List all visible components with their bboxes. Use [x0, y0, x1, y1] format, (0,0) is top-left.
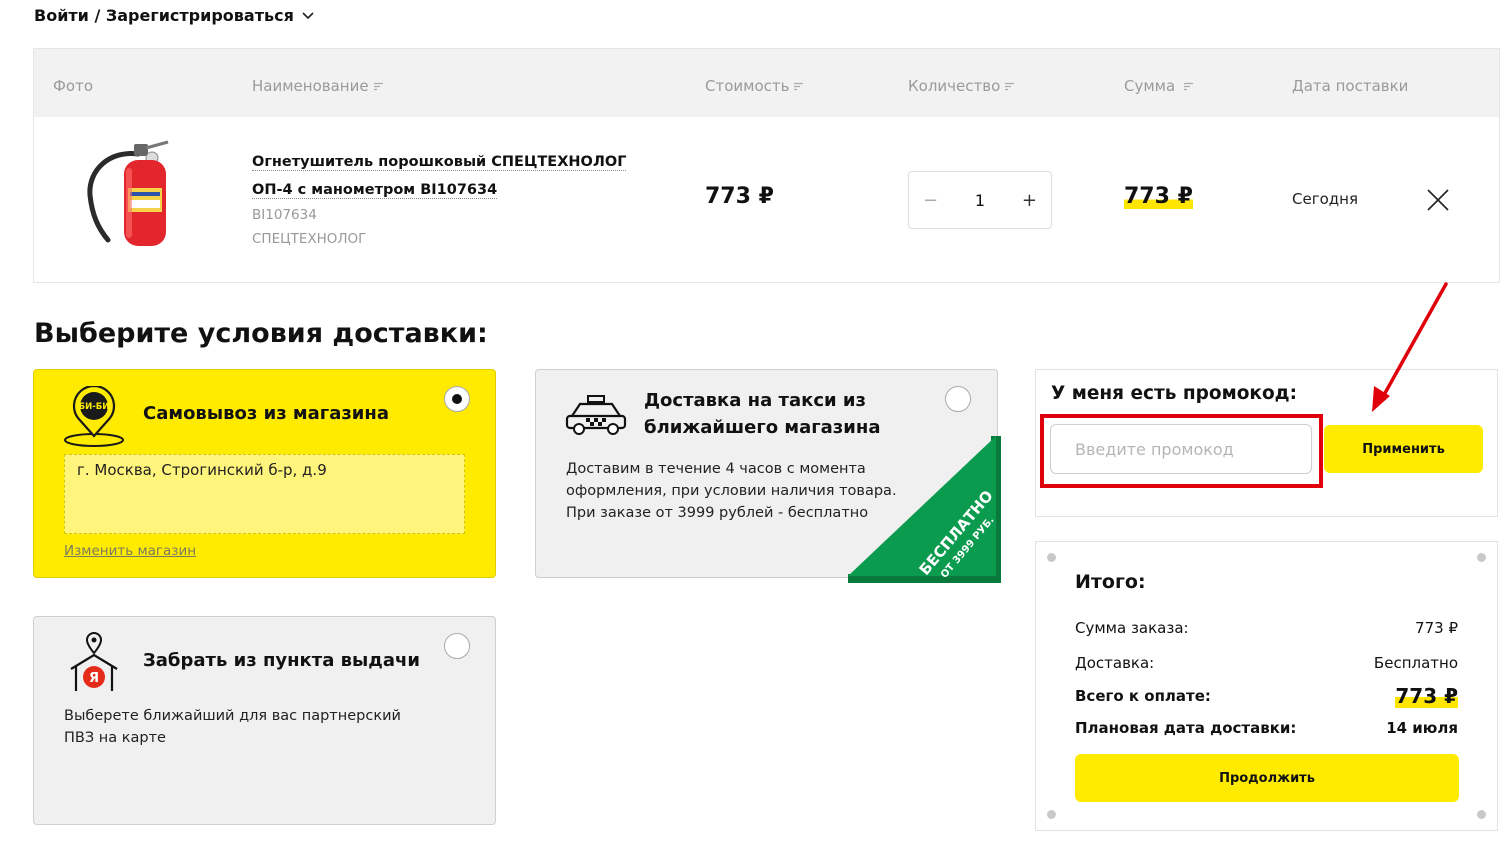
pickup-point-radio[interactable]: [444, 633, 470, 659]
corner-dot: [1477, 810, 1486, 819]
increase-button[interactable]: +: [1022, 190, 1037, 211]
taxi-description-line2: оформления, при условии наличия товара.: [566, 483, 897, 499]
pickup-store-radio[interactable]: [444, 386, 470, 412]
delivery-option-pickup-point[interactable]: Я Забрать из пункта выдачи Выберете ближ…: [33, 616, 496, 825]
bibi-location-logo-icon: БИ-БИ: [64, 386, 124, 447]
continue-button[interactable]: Продолжить: [1075, 754, 1459, 802]
yandex-pickup-point-icon: Я: [70, 631, 118, 691]
delivery-label: Доставка:: [1075, 654, 1155, 672]
product-brand: СПЕЦТЕХНОЛОГ: [252, 231, 367, 247]
apply-promo-button[interactable]: Применить: [1324, 425, 1483, 473]
sort-icon: [794, 82, 804, 90]
column-sum[interactable]: Сумма: [1124, 77, 1194, 95]
item-delivery-date: Сегодня: [1292, 190, 1358, 208]
column-price-label: Стоимость: [705, 77, 790, 95]
taxi-radio[interactable]: [945, 386, 971, 412]
promo-code-input[interactable]: [1050, 424, 1312, 474]
decrease-button[interactable]: −: [923, 190, 938, 211]
logo-text: БИ-БИ: [79, 402, 110, 412]
svg-text:Я: Я: [89, 671, 99, 686]
product-name-link[interactable]: Огнетушитель порошковый СПЕЦТЕХНОЛОГ ОП-…: [252, 148, 652, 204]
close-icon[interactable]: [1426, 188, 1450, 212]
corner-dot: [1477, 553, 1486, 562]
change-store-link[interactable]: Изменить магазин: [64, 543, 196, 559]
chevron-down-icon: [302, 11, 314, 19]
taxi-title: Доставка на такси из ближайшего магазина: [644, 387, 880, 441]
pickup-point-description-line2: ПВЗ на карте: [64, 730, 166, 746]
pickup-point-title: Забрать из пункта выдачи: [143, 650, 420, 671]
planned-date-label: Плановая дата доставки:: [1075, 719, 1297, 737]
delivery-option-pickup-store[interactable]: БИ-БИ Самовывоз из магазина г. Москва, С…: [33, 369, 496, 578]
column-name[interactable]: Наименование: [252, 77, 384, 95]
promo-code-title: У меня есть промокод:: [1051, 383, 1298, 404]
login-label: Войти / Зарегистрироваться: [34, 6, 294, 25]
column-name-label: Наименование: [252, 77, 369, 95]
product-price: 773 ₽: [705, 184, 774, 209]
column-price[interactable]: Стоимость: [705, 77, 804, 95]
delivery-section-title: Выберите условия доставки:: [34, 318, 488, 349]
corner-dot: [1047, 553, 1056, 562]
fire-extinguisher-image: [87, 140, 169, 246]
sort-icon: [373, 82, 383, 90]
column-photo: Фото: [53, 77, 93, 95]
annotation-arrow: [1372, 282, 1448, 412]
quantity-value: 1: [974, 190, 986, 210]
product-name-line1: Огнетушитель порошковый СПЕЦТЕХНОЛОГ: [252, 154, 627, 171]
summary-order-sum-row: Сумма заказа: 773 ₽: [1075, 619, 1458, 637]
product-code: BI107634: [252, 207, 317, 223]
column-delivery-date: Дата поставки: [1292, 77, 1408, 95]
corner-dot: [1047, 810, 1056, 819]
pickup-point-description-line1: Выберете ближайший для вас партнерский: [64, 708, 401, 724]
summary-planned-date-row: Плановая дата доставки: 14 июля: [1075, 719, 1458, 737]
total-value-text: 773 ₽: [1395, 684, 1458, 708]
taxi-description-line3: При заказе от 3999 рублей - бесплатно: [566, 505, 869, 521]
planned-date-value: 14 июля: [1386, 719, 1458, 737]
column-delivery-date-label: Дата поставки: [1292, 77, 1409, 95]
pickup-point-description: Выберете ближайший для вас партнерский П…: [64, 705, 401, 749]
taxi-title-line1: Доставка на такси из: [644, 390, 866, 411]
column-sum-label: Сумма: [1124, 77, 1176, 95]
taxi-description-line1: Доставим в течение 4 часов с момента: [566, 461, 866, 477]
item-sum-value: 773 ₽: [1124, 184, 1193, 209]
pickup-store-title: Самовывоз из магазина: [143, 403, 389, 424]
taxi-car-icon: [565, 395, 627, 435]
column-photo-label: Фото: [53, 77, 94, 95]
quantity-stepper[interactable]: − 1 +: [908, 171, 1052, 229]
sort-icon: [1184, 82, 1194, 90]
product-name-line2: ОП-4 с манометром BI107634: [252, 182, 498, 199]
cart-table-header: Фото Наименование Стоимость Количество С…: [33, 48, 1500, 118]
free-delivery-ribbon: БЕСПЛАТНО ОТ 3999 РУБ.: [848, 436, 1001, 583]
taxi-description: Доставим в течение 4 часов с момента офо…: [566, 458, 897, 524]
order-sum-value: 773 ₽: [1415, 619, 1458, 637]
sort-icon: [1005, 82, 1015, 90]
summary-total-row: Всего к оплате: 773 ₽: [1075, 684, 1458, 708]
total-value: 773 ₽: [1395, 684, 1458, 708]
total-label: Всего к оплате:: [1075, 687, 1211, 705]
store-address-text: г. Москва, Строгинский б-р, д.9: [77, 461, 327, 479]
store-address: г. Москва, Строгинский б-р, д.9: [64, 454, 465, 534]
login-register-dropdown[interactable]: Войти / Зарегистрироваться: [34, 6, 314, 25]
taxi-title-line2: ближайшего магазина: [644, 417, 881, 438]
delivery-value: Бесплатно: [1373, 654, 1458, 672]
column-quantity-label: Количество: [908, 77, 1001, 95]
item-sum: 773 ₽: [1124, 184, 1193, 209]
summary-delivery-row: Доставка: Бесплатно: [1075, 654, 1458, 672]
column-quantity[interactable]: Количество: [908, 77, 1015, 95]
summary-title: Итого:: [1075, 571, 1146, 593]
order-sum-label: Сумма заказа:: [1075, 619, 1189, 637]
